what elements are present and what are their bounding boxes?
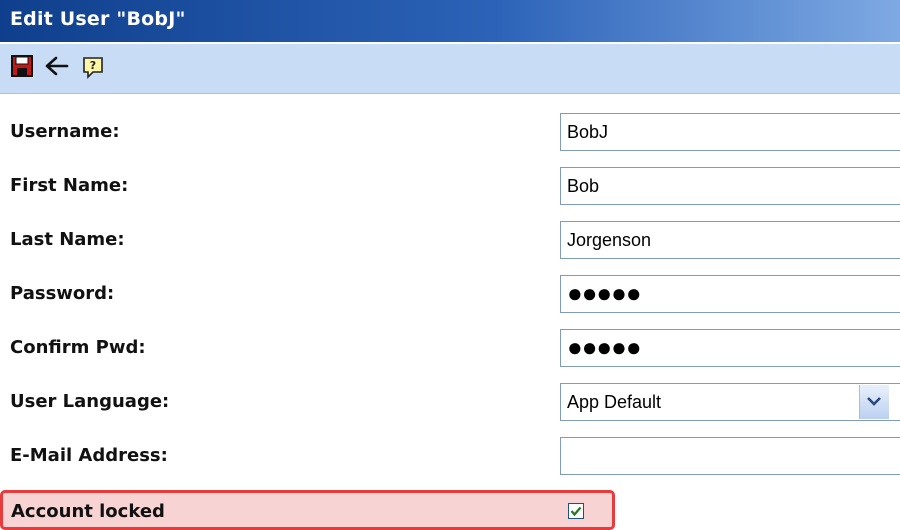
first-name-row: First Name: Bob xyxy=(0,164,900,208)
last-name-input[interactable]: Jorgenson xyxy=(560,221,900,259)
account-locked-label: Account locked xyxy=(11,501,165,522)
back-button[interactable] xyxy=(44,54,70,80)
last-name-label: Last Name: xyxy=(10,229,125,250)
save-button[interactable] xyxy=(10,54,36,80)
user-language-value: App Default xyxy=(567,392,662,412)
password-row: Password: ●●●●● xyxy=(0,272,900,316)
help-icon: ? xyxy=(83,57,103,79)
password-label: Password: xyxy=(10,283,115,304)
help-button[interactable]: ? xyxy=(80,54,106,80)
back-arrow-icon xyxy=(45,56,69,76)
user-language-row: User Language: App Default xyxy=(0,380,900,424)
chevron-down-icon xyxy=(867,397,881,406)
user-language-select[interactable]: App Default xyxy=(560,383,900,421)
email-input[interactable] xyxy=(560,437,900,475)
dropdown-button[interactable] xyxy=(859,385,889,419)
username-label: Username: xyxy=(10,121,120,142)
title-bar: Edit User "BobJ" xyxy=(0,0,900,42)
first-name-label: First Name: xyxy=(10,175,129,196)
confirm-pwd-label: Confirm Pwd: xyxy=(10,337,146,358)
username-input[interactable]: BobJ xyxy=(560,113,900,151)
save-icon xyxy=(11,55,33,77)
confirm-pwd-row: Confirm Pwd: ●●●●● xyxy=(0,326,900,370)
username-row: Username: BobJ xyxy=(0,110,900,154)
user-language-label: User Language: xyxy=(10,391,170,412)
account-locked-checkbox[interactable] xyxy=(568,503,584,519)
first-name-input[interactable]: Bob xyxy=(560,167,900,205)
email-row: E-Mail Address: xyxy=(0,434,900,478)
svg-text:?: ? xyxy=(90,59,96,72)
password-input[interactable]: ●●●●● xyxy=(560,275,900,313)
last-name-row: Last Name: Jorgenson xyxy=(0,218,900,262)
account-locked-row: Account locked xyxy=(0,490,615,530)
checkmark-icon xyxy=(570,506,582,517)
toolbar: ? xyxy=(0,44,900,94)
email-label: E-Mail Address: xyxy=(10,445,168,466)
confirm-pwd-input[interactable]: ●●●●● xyxy=(560,329,900,367)
window-title: Edit User "BobJ" xyxy=(10,8,186,30)
